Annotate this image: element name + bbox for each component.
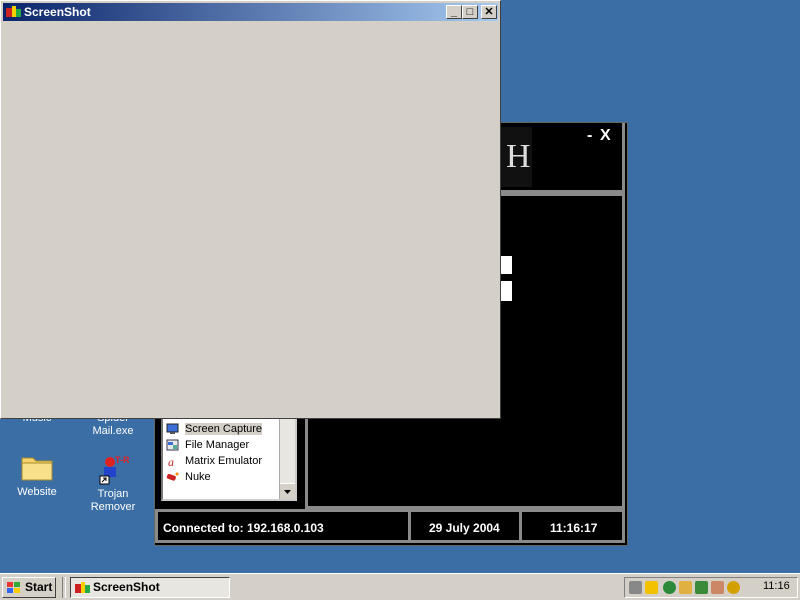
start-label: Start: [25, 580, 53, 594]
windows-logo-icon: [7, 582, 20, 593]
status-date: 29 July 2004: [408, 509, 522, 543]
feature-listbox[interactable]: Screen Capture File Manager a Matrix Emu…: [161, 413, 297, 501]
globe-icon[interactable]: [663, 581, 676, 594]
time-text: 11:16:17: [550, 521, 598, 535]
list-item-screen-capture[interactable]: Screen Capture: [163, 421, 295, 437]
screenshot-window: ScreenShot _ □ ✕: [0, 0, 501, 419]
svg-text:a: a: [168, 455, 174, 467]
chevron-down-icon: [284, 490, 291, 494]
antivirus-icon[interactable]: [727, 581, 740, 594]
connection-text: Connected to: 192.168.0.103: [163, 521, 324, 535]
listbox-scrollbar[interactable]: [279, 415, 295, 499]
list-item-nuke[interactable]: Nuke: [163, 469, 295, 485]
date-text: 29 July 2004: [429, 521, 500, 535]
remote-minimize-button[interactable]: -: [587, 127, 592, 145]
folder-icon: [21, 457, 53, 481]
screenshot-titlebar[interactable]: ScreenShot _ □ ✕: [3, 3, 498, 21]
list-item-label: Screen Capture: [185, 423, 263, 435]
taskbar-item-screenshot[interactable]: ScreenShot: [70, 577, 230, 598]
matrix-emulator-icon: a: [168, 455, 174, 467]
list-item-matrix-emulator[interactable]: a Matrix Emulator: [163, 453, 295, 469]
minimize-button[interactable]: _: [446, 5, 462, 19]
list-item-label: Matrix Emulator: [185, 455, 263, 467]
input-field-1[interactable]: [501, 256, 512, 274]
list-item-label: File Manager: [185, 439, 250, 451]
desktop-icon-website[interactable]: Website: [2, 452, 72, 499]
nuke-icon: [166, 472, 179, 481]
maximize-button[interactable]: □: [462, 5, 478, 19]
network-icon[interactable]: [645, 581, 658, 594]
app-icon: [75, 582, 90, 593]
list-item-label: Nuke: [185, 471, 211, 483]
tools-icon[interactable]: [711, 581, 724, 594]
window-title: ScreenShot: [24, 5, 91, 19]
taskbar-separator: [62, 577, 66, 598]
input-field-2[interactable]: [501, 281, 512, 301]
list-item-file-manager[interactable]: File Manager: [163, 437, 295, 453]
remote-close-button[interactable]: X: [600, 127, 611, 145]
taskbar: Start ScreenShot 11:16: [0, 573, 800, 600]
banner-image: H: [500, 127, 532, 187]
clock: 11:16: [763, 580, 790, 592]
mail-icon[interactable]: [679, 581, 692, 594]
system-tray: 11:16: [624, 577, 798, 598]
app-icon: [6, 6, 21, 17]
start-button[interactable]: Start: [2, 577, 56, 598]
shield-icon[interactable]: [695, 581, 708, 594]
status-connection: Connected to: 192.168.0.103: [155, 509, 411, 543]
file-manager-icon: [166, 439, 179, 451]
scroll-down-button[interactable]: [280, 483, 295, 499]
desktop-icon-trojan-remover[interactable]: T-R Trojan Remover: [78, 452, 148, 514]
volume-icon[interactable]: [629, 581, 642, 594]
close-button[interactable]: ✕: [481, 5, 497, 19]
taskbar-item-label: ScreenShot: [93, 580, 160, 594]
trojan-remover-icon: T-R: [99, 455, 130, 485]
status-time: 11:16:17: [519, 509, 625, 543]
banner-glyph: H: [506, 138, 531, 175]
desktop-icon-website-label: Website: [17, 486, 57, 498]
screen-capture-icon: [166, 423, 179, 434]
svg-text:T-R: T-R: [115, 455, 130, 465]
desktop-icon-trojan-remover-label: Trojan Remover: [90, 488, 136, 513]
